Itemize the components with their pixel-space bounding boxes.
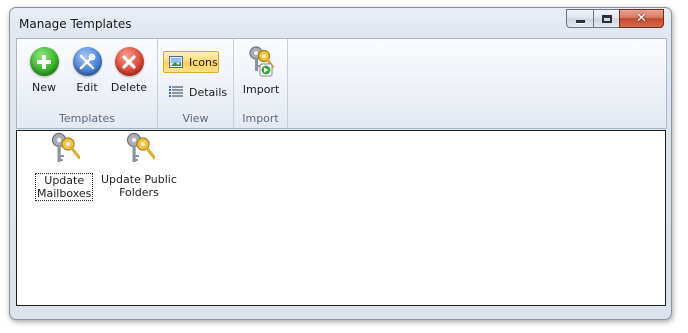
ribbon-group-view: Icons Details View [158, 39, 234, 128]
template-item-update-public-folders[interactable]: Update Public Folders [101, 132, 177, 199]
import-button-label: Import [242, 83, 280, 96]
minimize-button[interactable] [566, 9, 593, 28]
edit-button[interactable]: Edit [69, 47, 105, 94]
view-details-button[interactable]: Details [163, 81, 227, 103]
keys-icon [123, 132, 157, 169]
template-item-caption-line1: Update Public [101, 173, 177, 186]
manage-templates-window: Manage Templates ✕ New Edit Delete Templ… [9, 7, 672, 320]
close-button[interactable]: ✕ [619, 9, 664, 28]
templates-list-view[interactable]: Update Mailboxes Update Public Folders [16, 130, 666, 306]
ribbon-group-import: Import Import [234, 39, 288, 128]
view-icons-button[interactable]: Icons [163, 51, 219, 73]
delete-button-label: Delete [110, 81, 148, 94]
delete-button[interactable]: Delete [111, 47, 147, 94]
edit-button-label: Edit [76, 81, 98, 94]
title-bar[interactable]: Manage Templates ✕ [10, 8, 671, 37]
picture-icon [169, 56, 183, 68]
import-keys-icon [246, 45, 276, 80]
ribbon-group-templates: New Edit Delete Templates [17, 39, 158, 128]
template-item-caption: Update Mailboxes [35, 173, 94, 201]
caption-buttons: ✕ [566, 9, 664, 28]
ribbon: New Edit Delete Templates Icons Details … [16, 38, 667, 129]
view-icons-label: Icons [189, 55, 218, 69]
ribbon-group-label-view: View [182, 112, 209, 125]
tools-icon [72, 47, 102, 76]
maximize-button[interactable] [593, 9, 619, 28]
maximize-icon [601, 14, 612, 23]
minimize-icon [575, 20, 585, 23]
import-button[interactable]: Import [243, 45, 279, 96]
add-icon [29, 47, 59, 76]
details-list-icon [169, 86, 183, 98]
template-item-update-mailboxes[interactable]: Update Mailboxes [35, 132, 94, 201]
template-item-caption-line2: Mailboxes [37, 187, 92, 200]
new-button-label: New [32, 81, 56, 94]
ribbon-group-label-import: Import [242, 112, 279, 125]
new-button[interactable]: New [26, 47, 62, 94]
ribbon-group-label-templates: Templates [59, 112, 115, 125]
view-details-label: Details [189, 85, 228, 99]
keys-icon [48, 132, 82, 169]
delete-icon [114, 47, 144, 76]
window-title: Manage Templates [19, 17, 132, 31]
template-item-caption: Update Public Folders [101, 173, 177, 199]
close-icon: ✕ [636, 11, 647, 26]
template-item-caption-line1: Update [44, 174, 85, 187]
template-item-caption-line2: Folders [119, 186, 159, 199]
